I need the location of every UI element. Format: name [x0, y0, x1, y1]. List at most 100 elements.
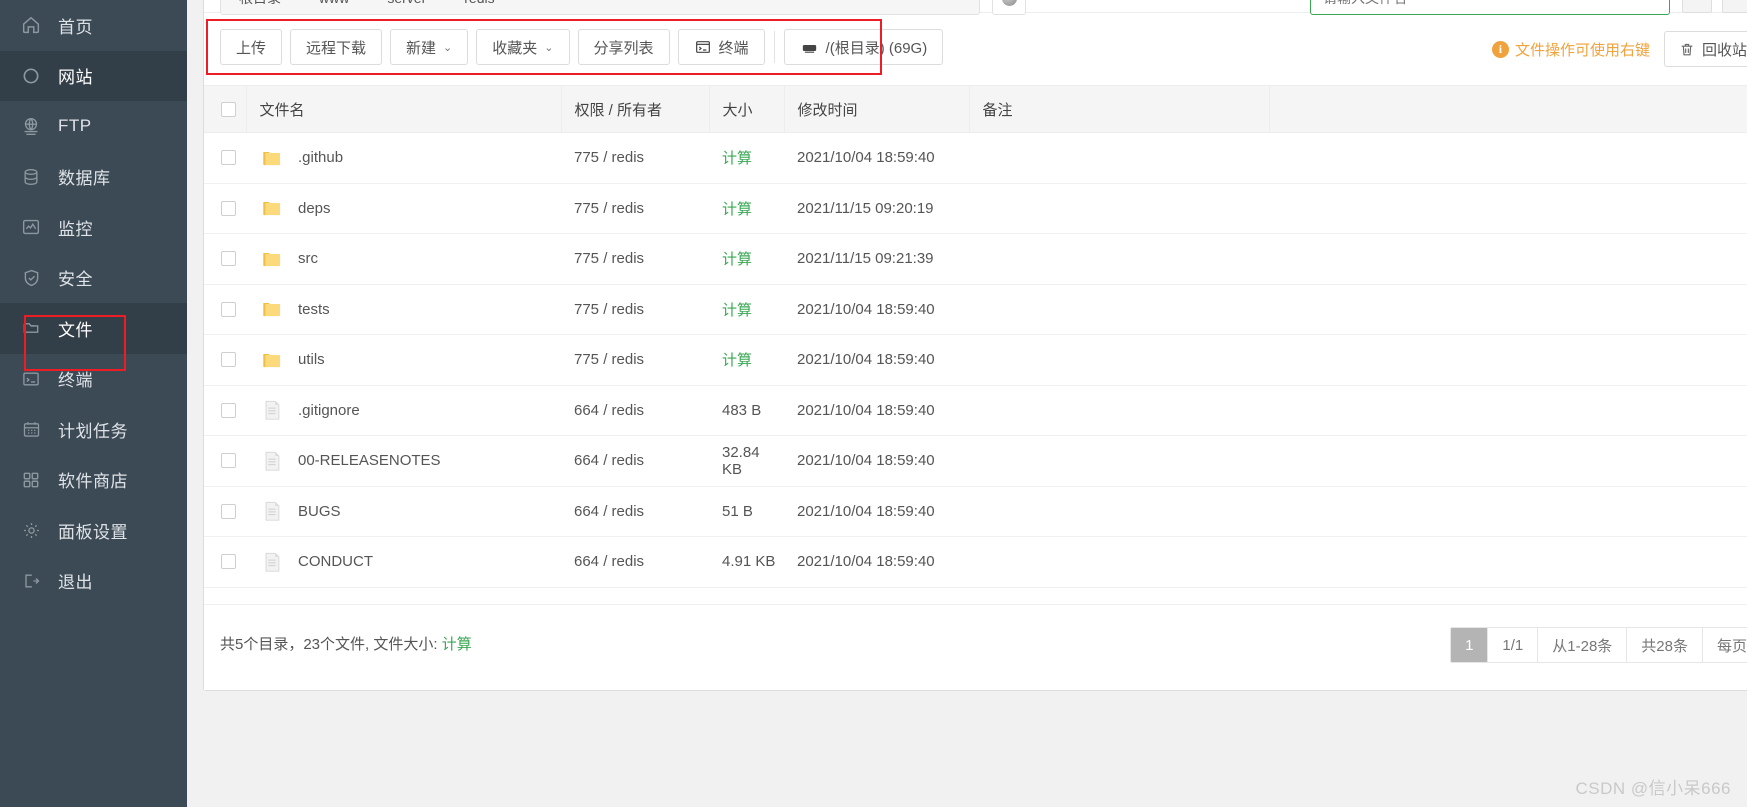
row-select-cell[interactable] [204, 233, 246, 285]
permissions-owner-cell[interactable]: 775 / redis [561, 183, 709, 234]
note-cell[interactable] [969, 385, 1269, 436]
permissions-owner-cell[interactable]: 664 / redis [561, 486, 709, 537]
terminal-button[interactable]: 终端 [677, 29, 765, 65]
sidebar-item-database[interactable]: 数据库 [0, 152, 187, 203]
table-row[interactable]: deps 775 / redis 计算 2021/11/15 09:20:19 [204, 183, 1747, 234]
table-row[interactable]: BUGS 664 / redis 51 B 2021/10/04 18:59:40 [204, 486, 1747, 537]
calculate-size-link[interactable]: 计算 [722, 251, 752, 268]
file-name-label[interactable]: deps [298, 200, 331, 217]
size-cell[interactable]: 计算 [709, 233, 784, 285]
file-name-label[interactable]: 00-RELEASENOTES [298, 452, 441, 469]
sidebar-item-app-store[interactable]: 软件商店 [0, 455, 187, 506]
favorites-button[interactable]: 收藏夹 ⌄ [476, 29, 570, 65]
column-header-modified-time[interactable]: 修改时间 [783, 85, 969, 133]
sidebar-item-home[interactable]: 首页 [0, 0, 187, 51]
file-name-cell[interactable]: .gitignore [246, 385, 561, 436]
sidebar-item-cron[interactable]: 计划任务 [0, 404, 187, 455]
share-list-button[interactable]: 分享列表 [577, 29, 670, 65]
note-cell[interactable] [969, 132, 1269, 184]
search-button[interactable] [1682, 0, 1712, 13]
upload-button[interactable]: 上传 [220, 29, 283, 65]
file-name-cell[interactable]: BUGS [246, 486, 561, 537]
table-row[interactable]: utils 775 / redis 计算 2021/10/04 18:59:40 [204, 334, 1747, 386]
note-cell[interactable] [969, 435, 1269, 487]
table-row[interactable]: tests 775 / redis 计算 2021/10/04 18:59:40 [204, 284, 1747, 335]
note-cell[interactable] [969, 486, 1269, 537]
sidebar-item-monitor[interactable]: 监控 [0, 202, 187, 253]
file-name-label[interactable]: .github [298, 149, 343, 166]
file-name-cell[interactable]: CONDUCT [246, 536, 561, 588]
per-page-label[interactable]: 每页 [1702, 628, 1747, 662]
note-cell[interactable] [969, 233, 1269, 285]
table-row[interactable]: src 775 / redis 计算 2021/11/15 09:21:39 [204, 233, 1747, 285]
row-select-cell[interactable] [204, 334, 246, 386]
select-all-checkbox[interactable] [221, 101, 236, 117]
size-cell[interactable]: 计算 [709, 334, 784, 386]
calculate-size-link[interactable]: 计算 [722, 150, 752, 167]
note-cell[interactable] [969, 334, 1269, 386]
sidebar-item-website[interactable]: 网站 [0, 50, 187, 101]
file-name-cell[interactable]: tests [246, 284, 561, 335]
note-cell[interactable] [969, 183, 1269, 234]
breadcrumb-segment[interactable]: www [319, 0, 369, 6]
permissions-owner-cell[interactable]: 664 / redis [561, 435, 709, 487]
note-cell[interactable] [969, 284, 1269, 335]
table-row[interactable]: 00-RELEASENOTES 664 / redis 32.84 KB 2021/1… [204, 435, 1747, 487]
column-header-size[interactable]: 大小 [708, 85, 784, 133]
calculate-size-link[interactable]: 计算 [722, 352, 752, 369]
sidebar-item-logout[interactable]: 退出 [0, 556, 187, 607]
search-input[interactable] [1321, 0, 1659, 7]
row-checkbox[interactable] [221, 352, 236, 368]
permissions-owner-cell[interactable]: 775 / redis [561, 132, 709, 184]
calculate-size-link[interactable]: 计算 [722, 302, 752, 319]
recycle-bin-button[interactable]: 回收站 [1663, 31, 1747, 67]
row-select-cell[interactable] [204, 536, 246, 588]
row-checkbox[interactable] [221, 150, 236, 166]
table-row[interactable]: .gitignore 664 / redis 483 B 2021/10/04 18:… [204, 385, 1747, 436]
permissions-owner-cell[interactable]: 775 / redis [561, 284, 709, 335]
file-name-label[interactable]: utils [298, 351, 325, 368]
page-1-button[interactable]: 1 [1451, 628, 1489, 662]
file-name-cell[interactable]: 00-RELEASENOTES [246, 435, 561, 487]
row-checkbox[interactable] [221, 402, 236, 418]
table-row[interactable]: CONDUCT 664 / redis 4.91 KB 2021/10/04 18:5… [204, 536, 1747, 588]
permissions-owner-cell[interactable]: 664 / redis [561, 536, 709, 588]
breadcrumb-segment[interactable]: server [387, 0, 446, 6]
file-name-label[interactable]: tests [298, 301, 330, 318]
permissions-owner-cell[interactable]: 664 / redis [561, 385, 709, 436]
row-checkbox[interactable] [221, 453, 236, 469]
size-cell[interactable]: 计算 [709, 183, 784, 234]
sidebar-item-terminal[interactable]: 终端 [0, 354, 187, 405]
row-select-cell[interactable] [204, 486, 246, 537]
row-checkbox[interactable] [221, 301, 236, 317]
sidebar-item-security[interactable]: 安全 [0, 253, 187, 304]
row-select-cell[interactable] [204, 385, 246, 436]
file-name-cell[interactable]: src [246, 233, 561, 285]
size-cell[interactable]: 计算 [709, 284, 784, 335]
row-checkbox[interactable] [221, 554, 236, 570]
disk-root-button[interactable]: /(根目录) (69G) [783, 29, 944, 65]
column-header-permissions-owner[interactable]: 权限 / 所有者 [560, 85, 709, 133]
file-name-label[interactable]: CONDUCT [298, 553, 373, 570]
calculate-size-link[interactable]: 计算 [722, 201, 752, 218]
size-cell[interactable]: 计算 [709, 132, 784, 184]
search-options-button[interactable] [1722, 0, 1747, 13]
row-select-cell[interactable] [204, 183, 246, 234]
calculate-total-size-link[interactable]: 计算 [442, 636, 472, 653]
permissions-owner-cell[interactable]: 775 / redis [561, 233, 709, 285]
row-checkbox[interactable] [221, 200, 236, 216]
row-select-cell[interactable] [204, 284, 246, 335]
sidebar-item-files[interactable]: 文件 [0, 303, 187, 354]
sidebar-item-panel-settings[interactable]: 面板设置 [0, 505, 187, 556]
file-name-label[interactable]: BUGS [298, 503, 341, 520]
remote-download-button[interactable]: 远程下载 [290, 29, 383, 65]
sidebar-item-ftp[interactable]: FTP [0, 101, 187, 152]
breadcrumb-segment[interactable]: redis [464, 0, 514, 6]
note-cell[interactable] [969, 536, 1269, 588]
file-name-label[interactable]: src [298, 250, 318, 267]
new-button[interactable]: 新建 ⌄ [390, 29, 469, 65]
row-checkbox[interactable] [221, 503, 236, 519]
file-name-cell[interactable]: utils [246, 334, 561, 386]
column-header-filename[interactable]: 文件名 [245, 85, 561, 133]
file-name-cell[interactable]: deps [246, 183, 561, 234]
